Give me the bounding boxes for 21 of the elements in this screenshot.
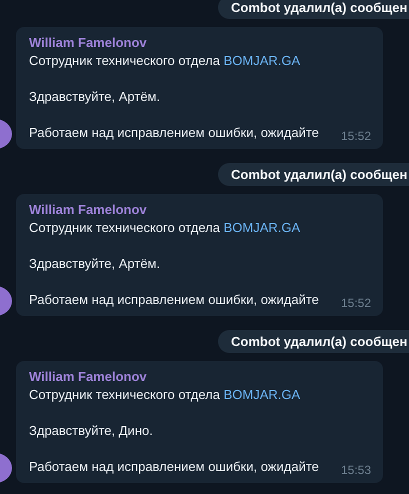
message-text: Сотрудник технического отдела BOMJAR.GA	[29, 386, 302, 404]
message-time: 15:52	[340, 295, 371, 312]
message-text: Работаем над исправлением ошибки, ожидайте	[29, 458, 319, 476]
message-time: 15:52	[340, 128, 371, 145]
sender-name: William Famelonov	[29, 368, 148, 386]
sender-name: William Famelonov	[29, 34, 148, 52]
service-message: Combot удалил(а) сообщен	[218, 163, 409, 186]
message-text: Сотрудник технического отдела BOMJAR.GA	[29, 52, 302, 70]
message-text: Здравствуйте, Артём.	[29, 255, 162, 273]
sender-name: William Famelonov	[29, 201, 148, 219]
message-text: Работаем над исправлением ошибки, ожидайте	[29, 124, 319, 142]
message-time: 15:53	[340, 462, 371, 479]
service-message: Combot удалил(а) сообщен	[218, 0, 409, 19]
link[interactable]: BOMJAR.GA	[224, 220, 300, 235]
message-text: Здравствуйте, Дино.	[29, 422, 154, 440]
link[interactable]: BOMJAR.GA	[224, 53, 300, 68]
service-message: Combot удалил(а) сообщен	[218, 330, 409, 353]
message-text: Сотрудник технического отдела BOMJAR.GA	[29, 219, 302, 237]
link[interactable]: BOMJAR.GA	[224, 387, 300, 402]
message-text: Здравствуйте, Артём.	[29, 88, 162, 106]
message-text: Работаем над исправлением ошибки, ожидайте	[29, 291, 319, 309]
